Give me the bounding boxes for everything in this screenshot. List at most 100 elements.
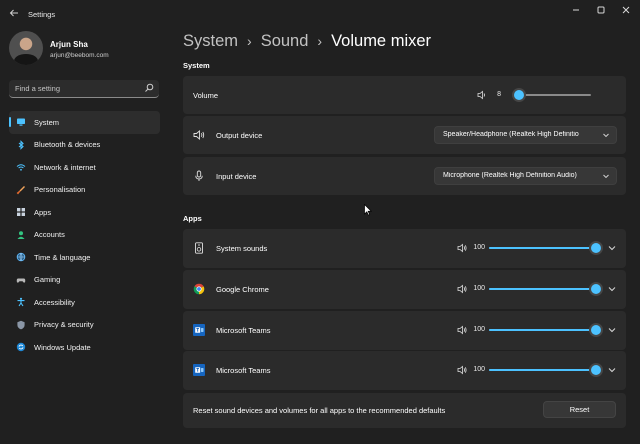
sidebar-item-label: Apps (34, 207, 52, 217)
app-volume-slider[interactable] (489, 325, 601, 335)
app-name: Microsoft Teams (216, 366, 271, 375)
input-device-label: Input device (216, 172, 257, 181)
slider-thumb[interactable] (591, 365, 601, 375)
back-arrow-icon[interactable] (8, 8, 20, 20)
slider-fill (489, 288, 596, 290)
app-volume-slider[interactable] (489, 365, 601, 375)
app-volume-value: 100 (473, 285, 485, 292)
close-icon[interactable] (613, 4, 639, 20)
page-title: Volume mixer (331, 32, 432, 50)
speaker-icon[interactable] (477, 90, 487, 100)
accessibility-icon (16, 297, 26, 307)
app-name: Google Chrome (216, 285, 269, 294)
app-volume-slider[interactable] (489, 243, 601, 253)
app-volume-slider[interactable] (489, 284, 601, 294)
maximize-icon[interactable] (588, 4, 614, 20)
output-device-value: Speaker/Headphone (Realtek High Definiti… (443, 131, 579, 138)
input-device-card: Input device Microphone (Realtek High De… (183, 157, 626, 195)
chevron-down-icon (602, 131, 610, 139)
slider-thumb[interactable] (591, 325, 601, 335)
sidebar-item-label: Privacy & security (34, 320, 94, 330)
sidebar-item-windows-update[interactable]: Windows Update (9, 336, 160, 359)
speaker-icon[interactable] (457, 243, 467, 253)
volume-value: 8 (497, 91, 501, 98)
globe-clock-icon (16, 252, 26, 262)
app-volume-value: 100 (473, 366, 485, 373)
input-device-select[interactable]: Microphone (Realtek High Definition Audi… (434, 167, 617, 185)
slider-fill (489, 369, 596, 371)
search-input[interactable] (15, 82, 135, 94)
chevron-right-icon: › (317, 33, 323, 49)
sidebar-item-bluetooth[interactable]: Bluetooth & devices (9, 134, 160, 157)
chevron-right-icon: › (247, 33, 252, 49)
sidebar-item-label: Gaming (34, 275, 61, 285)
sidebar-item-accessibility[interactable]: Accessibility (9, 291, 160, 314)
sidebar-item-time-language[interactable]: Time & language (9, 246, 160, 269)
output-device-label: Output device (216, 131, 263, 140)
avatar (9, 31, 43, 65)
speaker-device-icon (193, 242, 205, 254)
breadcrumb-link-sound[interactable]: Sound (261, 32, 309, 50)
slider-thumb[interactable] (591, 284, 601, 294)
bluetooth-icon (16, 139, 26, 150)
output-device-select[interactable]: Speaker/Headphone (Realtek High Definiti… (434, 126, 617, 144)
sidebar-item-privacy[interactable]: Privacy & security (9, 314, 160, 337)
app-name: System sounds (216, 244, 268, 253)
search-icon[interactable] (144, 83, 154, 93)
person-icon (16, 230, 26, 240)
teams-icon (193, 364, 205, 376)
sidebar-item-label: Accounts (34, 230, 65, 240)
apps-icon (16, 207, 26, 217)
app-card-microsoft-teams-2: Microsoft Teams 100 (183, 351, 626, 390)
sidebar-item-label: Network & internet (34, 162, 96, 172)
slider-fill (489, 247, 596, 249)
sidebar-item-accounts[interactable]: Accounts (9, 224, 160, 247)
chevron-down-icon[interactable] (607, 325, 617, 335)
app-card-google-chrome: Google Chrome 100 (183, 270, 626, 309)
speaker-icon[interactable] (457, 365, 467, 375)
speaker-icon (193, 129, 205, 141)
app-volume-value: 100 (473, 244, 485, 251)
display-icon (16, 117, 26, 127)
sidebar-item-label: Accessibility (34, 297, 75, 307)
speaker-icon[interactable] (457, 284, 467, 294)
chevron-down-icon[interactable] (607, 243, 617, 253)
sync-icon (16, 342, 26, 352)
sidebar-item-network[interactable]: Network & internet (9, 156, 160, 179)
teams-icon (193, 324, 205, 336)
mouse-cursor-icon (364, 204, 372, 216)
reset-button[interactable]: Reset (543, 401, 616, 418)
profile-name: Arjun Sha (50, 40, 88, 49)
sidebar-item-apps[interactable]: Apps (9, 201, 160, 224)
app-volume-value: 100 (473, 326, 485, 333)
app-name: Microsoft Teams (216, 326, 271, 335)
minimize-icon[interactable] (563, 4, 589, 20)
output-device-card: Output device Speaker/Headphone (Realtek… (183, 116, 626, 154)
app-title: Settings (28, 10, 56, 19)
speaker-icon[interactable] (457, 325, 467, 335)
slider-thumb[interactable] (514, 90, 525, 100)
sidebar-item-system[interactable]: System (9, 111, 160, 134)
sidebar-item-gaming[interactable]: Gaming (9, 269, 160, 292)
slider-thumb[interactable] (591, 243, 601, 253)
wifi-icon (16, 162, 26, 172)
master-volume-slider[interactable] (513, 90, 591, 100)
input-device-value: Microphone (Realtek High Definition Audi… (443, 172, 577, 179)
search-box[interactable] (9, 80, 159, 98)
sidebar-item-label: Personalisation (34, 185, 86, 195)
profile-email: arjun@beebom.com (50, 52, 109, 59)
slider-fill (489, 329, 596, 331)
app-card-microsoft-teams: Microsoft Teams 100 (183, 311, 626, 350)
breadcrumb-link-system[interactable]: System (183, 32, 238, 50)
section-header-apps: Apps (183, 214, 202, 223)
microphone-icon (193, 170, 205, 182)
volume-card: Volume 8 (183, 76, 626, 114)
chrome-icon (193, 283, 205, 295)
sidebar-item-label: Bluetooth & devices (34, 140, 101, 150)
chevron-down-icon[interactable] (607, 284, 617, 294)
chevron-down-icon[interactable] (607, 365, 617, 375)
reset-card: Reset sound devices and volumes for all … (183, 393, 626, 428)
reset-description: Reset sound devices and volumes for all … (193, 406, 446, 415)
volume-label: Volume (193, 91, 219, 100)
sidebar-item-personalisation[interactable]: Personalisation (9, 179, 160, 202)
